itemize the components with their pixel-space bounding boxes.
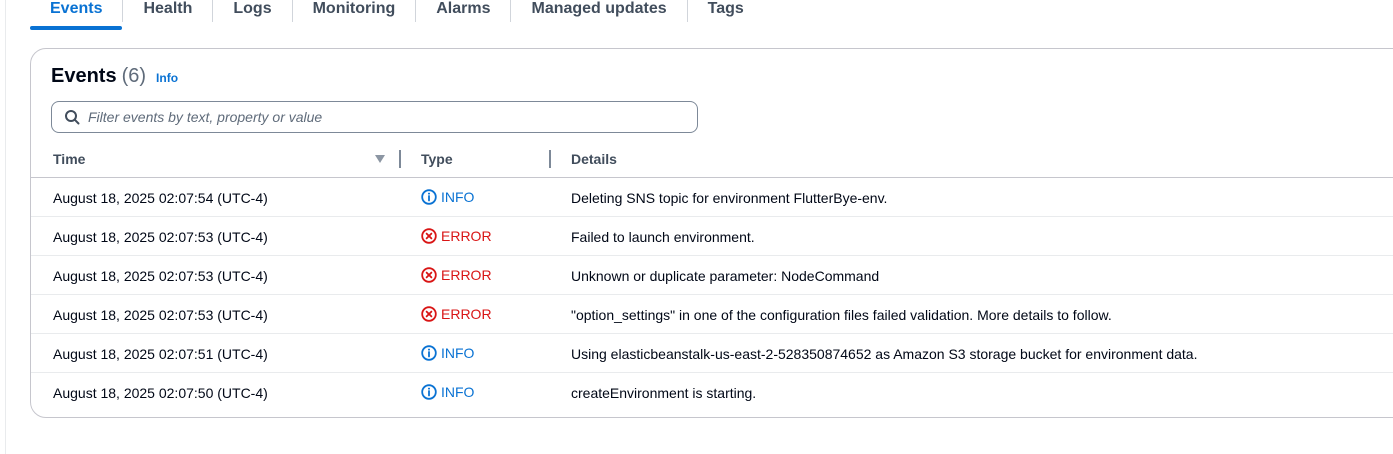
tab-managed-updates[interactable]: Managed updates xyxy=(511,0,686,30)
event-type: INFO xyxy=(421,345,474,361)
event-type-label: INFO xyxy=(441,345,475,361)
search-icon xyxy=(64,109,80,125)
table-row: August 18, 2025 02:07:53 (UTC-4) ERROR Fai… xyxy=(31,217,1393,256)
events-container: Events (6) Info Time Type Details xyxy=(30,48,1393,418)
info-link[interactable]: Info xyxy=(156,71,178,85)
table-row: August 18, 2025 02:07:50 (UTC-4) INFO crea… xyxy=(31,373,1393,411)
event-type: ERROR xyxy=(421,306,492,322)
tab-logs[interactable]: Logs xyxy=(213,0,291,30)
table-row: August 18, 2025 02:07:51 (UTC-4) INFO Usin… xyxy=(31,334,1393,373)
column-resizer[interactable] xyxy=(399,150,401,168)
info-circle-icon xyxy=(421,384,437,400)
event-details: Unknown or duplicate parameter: NodeComm… xyxy=(571,268,880,284)
filter-box[interactable] xyxy=(51,101,698,133)
info-circle-icon xyxy=(421,189,437,205)
table-header: Time Type Details xyxy=(31,141,1393,178)
tab-health[interactable]: Health xyxy=(123,0,212,30)
tab-monitoring[interactable]: Monitoring xyxy=(293,0,416,30)
event-time: August 18, 2025 02:07:53 (UTC-4) xyxy=(53,229,268,245)
info-circle-icon xyxy=(421,345,437,361)
column-header-time[interactable]: Time xyxy=(53,151,85,167)
sort-descending-icon[interactable] xyxy=(375,155,385,163)
event-type: ERROR xyxy=(421,228,492,244)
event-type-label: INFO xyxy=(441,189,475,205)
event-type: INFO xyxy=(421,384,474,400)
event-type-label: ERROR xyxy=(441,306,492,322)
event-time: August 18, 2025 02:07:54 (UTC-4) xyxy=(53,190,268,206)
events-table: Time Type Details August 18, 2025 02:07:… xyxy=(31,141,1393,411)
table-row: August 18, 2025 02:07:53 (UTC-4) ERROR "op… xyxy=(31,295,1393,334)
error-circle-x-icon xyxy=(421,228,437,244)
tab-tags[interactable]: Tags xyxy=(688,0,764,30)
event-time: August 18, 2025 02:07:50 (UTC-4) xyxy=(53,385,268,401)
events-header: Events (6) Info xyxy=(51,65,178,88)
tab-alarms[interactable]: Alarms xyxy=(416,0,510,30)
left-border xyxy=(5,0,6,454)
event-details: Deleting SNS topic for environment Flutt… xyxy=(571,190,888,206)
column-resizer[interactable] xyxy=(549,150,551,168)
events-title: Events xyxy=(51,65,117,87)
event-type-label: ERROR xyxy=(441,228,492,244)
event-time: August 18, 2025 02:07:53 (UTC-4) xyxy=(53,307,268,323)
events-page: Events Health Logs Monitoring Alarms Man… xyxy=(0,0,1393,454)
event-type: ERROR xyxy=(421,267,492,283)
event-time: August 18, 2025 02:07:53 (UTC-4) xyxy=(53,268,268,284)
event-details: createEnvironment is starting. xyxy=(571,385,757,401)
error-circle-x-icon xyxy=(421,306,437,322)
event-details: Using elasticbeanstalk-us-east-2-5283508… xyxy=(571,346,1198,362)
error-circle-x-icon xyxy=(421,267,437,283)
tab-bar: Events Health Logs Monitoring Alarms Man… xyxy=(30,0,764,31)
filter-input[interactable] xyxy=(88,109,668,125)
column-header-type[interactable]: Type xyxy=(421,151,453,167)
event-time: August 18, 2025 02:07:51 (UTC-4) xyxy=(53,346,268,362)
table-body: August 18, 2025 02:07:54 (UTC-4) INFO Dele… xyxy=(31,178,1393,411)
event-details: Failed to launch environment. xyxy=(571,229,755,245)
event-type-label: ERROR xyxy=(441,267,492,283)
event-type: INFO xyxy=(421,189,474,205)
events-count: (6) xyxy=(121,65,147,87)
event-details: "option_settings" in one of the configur… xyxy=(571,307,1112,323)
tab-events[interactable]: Events xyxy=(30,0,123,30)
event-type-label: INFO xyxy=(441,384,475,400)
column-header-details[interactable]: Details xyxy=(571,151,617,167)
table-row: August 18, 2025 02:07:54 (UTC-4) INFO Dele… xyxy=(31,178,1393,217)
table-row: August 18, 2025 02:07:53 (UTC-4) ERROR Unk… xyxy=(31,256,1393,295)
